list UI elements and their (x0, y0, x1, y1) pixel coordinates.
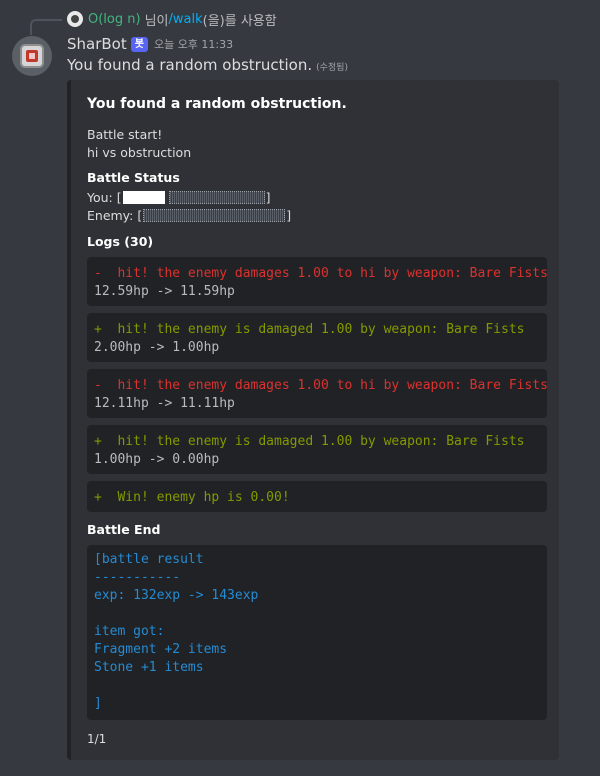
reply-text-suffix: (을)를 사용함 (202, 13, 277, 29)
reply-text: 님이 (144, 13, 169, 29)
result-exp: exp: 132exp -> 143exp (94, 588, 259, 603)
you-hp-row: You: [ ] (87, 188, 271, 206)
brick-icon (20, 44, 44, 68)
edited-label: (수정됨) (316, 63, 348, 73)
log-entry-win: + Win! enemy hp is 0.00! (87, 481, 547, 512)
enemy-label: Enemy: [ (87, 207, 143, 223)
log-entry: - hit! the enemy damages 1.00 to hi by w… (87, 369, 547, 418)
enemy-hp-empty (143, 208, 286, 222)
log-line: - hit! the enemy damages 1.00 to hi by w… (94, 266, 547, 281)
log-line: + hit! the enemy is damaged 1.00 by weap… (94, 434, 525, 449)
result-items-label: item got: (94, 624, 165, 639)
battle-start-text: Battle start! (87, 127, 163, 142)
battle-participants: hi vs obstruction (87, 145, 192, 160)
embed-description: Battle start! hi vs obstruction (87, 126, 191, 162)
log-entry: - hit! the enemy damages 1.00 to hi by w… (87, 257, 547, 306)
log-hp-change: 12.11hp -> 11.11hp (94, 396, 235, 411)
battle-end-title: Battle End (87, 522, 161, 537)
embed-title: You found a random obstruction. (87, 96, 347, 112)
logs-title: Logs (30) (87, 234, 154, 249)
log-hp-change: 2.00hp -> 1.00hp (94, 340, 220, 355)
bot-avatar[interactable] (12, 36, 52, 76)
log-entry: + hit! the enemy is damaged 1.00 by weap… (87, 313, 547, 362)
message-header: SharBot 봇 오늘 오후 11:33 (67, 34, 233, 54)
enemy-hp-row: Enemy: [ ] (87, 206, 291, 224)
result-item: Stone +1 items (94, 660, 204, 675)
you-hp-empty (168, 190, 265, 204)
enemy-bracket-close: ] (286, 207, 292, 223)
battle-result-block: [battle result ----------- exp: 132exp -… (87, 545, 547, 720)
log-entry: + hit! the enemy is damaged 1.00 by weap… (87, 425, 547, 474)
embed-footer-page: 1/1 (87, 732, 107, 746)
you-hp-fill (122, 190, 165, 204)
you-bracket-close: ] (265, 189, 271, 205)
battle-status-title: Battle Status (87, 170, 180, 185)
log-line: + Win! enemy hp is 0.00! (94, 490, 290, 505)
battle-embed: You found a random obstruction. Battle s… (67, 80, 559, 760)
you-hp-bar (122, 190, 265, 204)
enemy-hp-bar (143, 208, 286, 222)
result-item: Fragment +2 items (94, 642, 228, 657)
you-label: You: [ (87, 189, 122, 205)
log-hp-change: 12.59hp -> 11.59hp (94, 284, 235, 299)
bot-badge: 봇 (130, 36, 148, 52)
result-blank: ​ (94, 677, 540, 695)
log-line: - hit! the enemy damages 1.00 to hi by w… (94, 378, 547, 393)
result-header: [battle result (94, 552, 204, 567)
result-close: ] (94, 696, 102, 711)
reply-username[interactable]: O(log n) (88, 12, 141, 27)
message-content: You found a random obstruction. (수정됨) (67, 56, 348, 74)
log-hp-change: 1.00hp -> 0.00hp (94, 452, 220, 467)
result-blank: ​ (94, 605, 540, 623)
message-text: You found a random obstruction. (67, 56, 313, 74)
bot-username[interactable]: SharBot (67, 35, 127, 53)
reply-command[interactable]: /walk (169, 12, 203, 27)
reply-user-avatar[interactable] (67, 11, 83, 27)
reply-reference[interactable]: O(log n) 님이 /walk (을)를 사용함 (67, 8, 277, 30)
result-divider: ----------- (94, 570, 181, 585)
reply-connector (30, 19, 62, 35)
log-line: + hit! the enemy is damaged 1.00 by weap… (94, 322, 525, 337)
message-timestamp: 오늘 오후 11:33 (153, 38, 234, 51)
